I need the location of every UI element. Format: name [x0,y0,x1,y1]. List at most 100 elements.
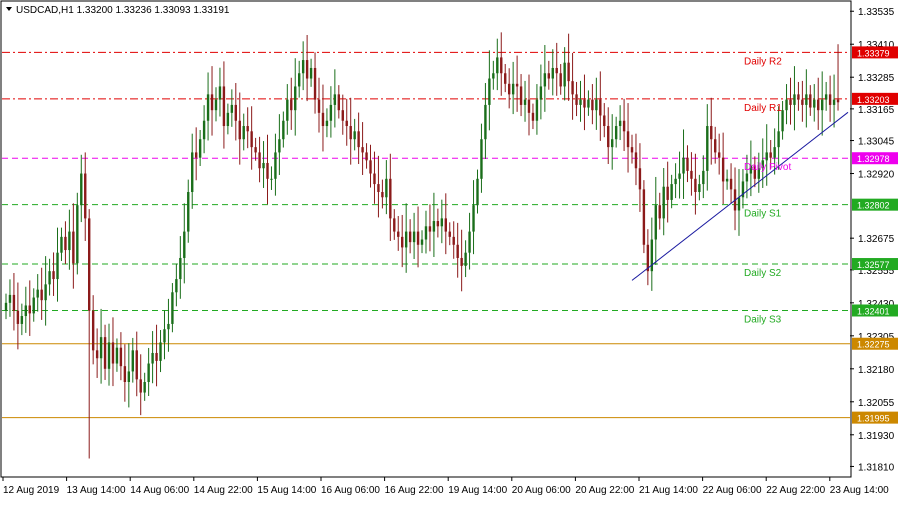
candle-body [448,231,451,237]
candle-body [824,94,828,100]
candle-body [214,99,218,111]
candle-body [836,99,840,103]
y-tick-label: 1.32920 [858,170,895,181]
candle-body [634,152,638,169]
candle-body [194,152,198,158]
candle-body [773,147,776,158]
candle-body [721,157,725,182]
candle-body [777,131,780,148]
candle-body [694,178,697,192]
level-annotation-5: Daily S3 [744,314,782,325]
candle-body [389,178,392,219]
y-tick-label: 1.33045 [858,137,895,148]
candle-body [4,302,8,311]
candle-body [64,236,67,251]
candle-body [717,152,721,158]
candle-body [587,99,590,108]
candle-body [444,218,447,232]
candle-body [103,337,107,369]
candle-body [238,120,241,140]
candle-body [99,337,103,359]
candle-body [155,352,158,361]
candle-body [12,294,16,311]
candle-body [91,310,95,351]
candle-body [523,99,527,105]
candle-body [412,231,416,243]
candle-body [230,104,234,113]
candle-body [805,94,808,105]
candle-body [658,205,661,219]
candle-body [484,104,487,140]
candle-body [515,83,519,87]
candle-body [258,152,261,169]
candle-body [52,271,55,280]
x-tick-label: 20 Aug 22:00 [575,485,634,496]
candle-body [595,99,598,111]
candle-body [183,231,186,258]
candle-body [40,289,43,301]
candle-body [507,83,511,95]
candle-body [32,297,35,314]
candle-body [583,99,586,108]
level-price-label-0: 1.33379 [857,48,890,58]
x-tick-label: 16 Aug 22:00 [385,485,444,496]
chart-svg: 1.335351.334101.332851.331651.330451.329… [0,0,900,500]
candle-body [36,289,39,298]
candle-body [511,83,515,95]
candle-body [147,363,150,382]
candle-body [393,218,396,232]
level-annotation-0: Daily R2 [744,56,782,67]
candle-body [737,197,741,211]
candle-body [48,271,51,285]
candle-body [579,99,582,105]
candle-body [682,157,685,174]
candle-body [559,73,562,87]
chart-title-group: USDCAD,H1 1.33200 1.33236 1.33093 1.3319… [6,5,230,16]
candle-body [567,62,570,82]
x-tick-label: 21 Aug 14:00 [639,485,698,496]
y-tick-label: 1.33165 [858,105,895,116]
candle-body [563,62,566,87]
candle-body [674,178,677,185]
candle-body [222,86,226,127]
candle-body [385,178,388,198]
candle-body [206,94,210,121]
candle-body [404,231,408,248]
candle-body [345,120,348,127]
candle-body [309,67,313,79]
candle-body [432,221,436,232]
candle-body [519,86,523,105]
candle-body [543,73,547,87]
candle-body [817,99,820,111]
candle-body [365,152,368,161]
candle-body [801,99,804,105]
candle-body [8,294,12,303]
candle-body [809,94,812,108]
candle-body [377,184,380,192]
candle-body [24,305,28,317]
candle-body [460,257,463,266]
candle-body [349,126,352,140]
level-annotation-4: Daily S2 [744,268,782,279]
candle-body [650,239,654,272]
candle-body [539,86,543,100]
candle-body [496,57,499,74]
candle-body [254,147,257,153]
candle-body [123,366,127,382]
candle-body [571,81,574,95]
candle-body [270,178,273,180]
candle-body [179,257,182,280]
y-tick-label: 1.32180 [858,365,895,376]
x-tick-label: 23 Aug 14:00 [830,485,889,496]
candle-body [698,184,701,192]
candle-body [127,371,131,382]
candle-body [789,99,792,105]
candle-body [266,162,269,179]
candle-body [329,104,333,121]
candle-body [662,186,665,219]
candle-body [297,73,301,87]
candle-body [301,60,305,74]
candle-body [492,73,495,79]
level-price-label-5: 1.32401 [857,306,890,316]
candle-body [531,112,535,121]
